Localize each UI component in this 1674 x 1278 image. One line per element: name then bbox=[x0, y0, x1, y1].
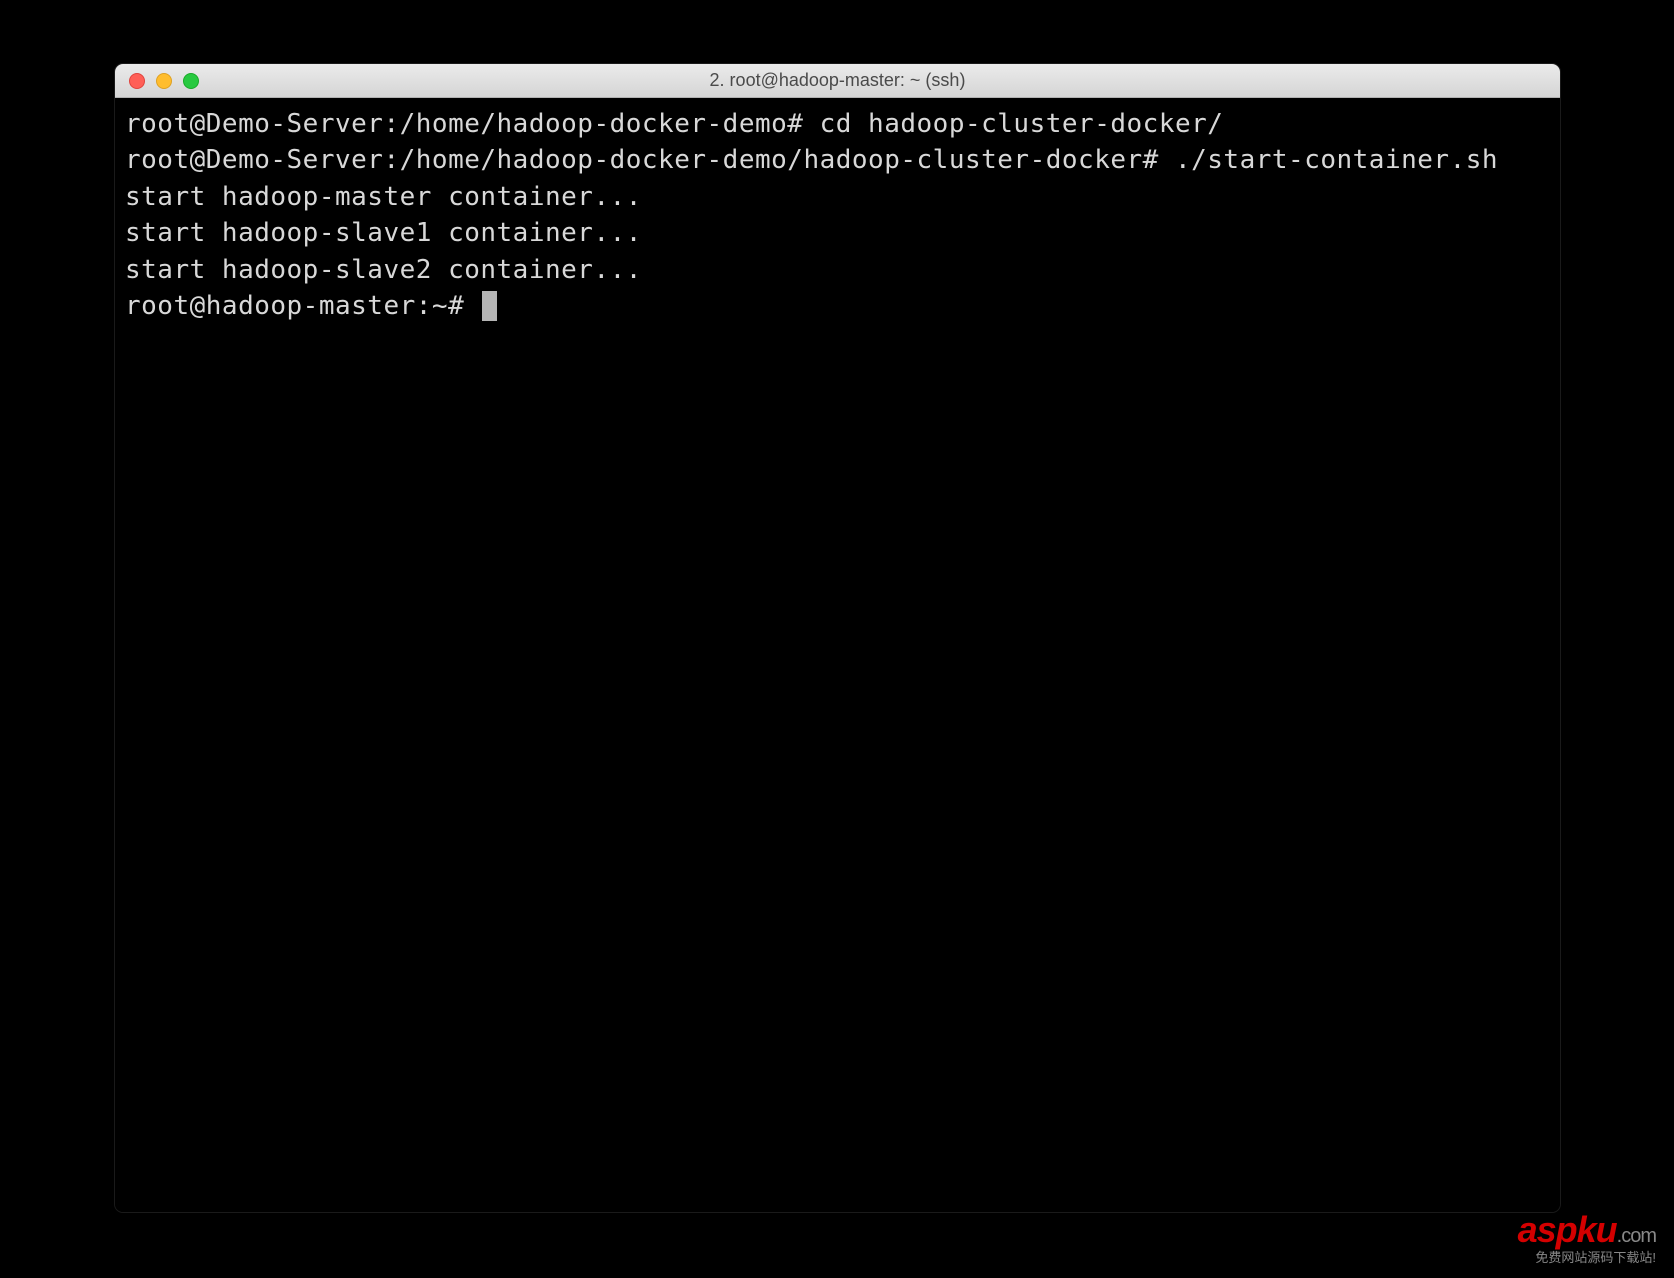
terminal-line: root@Demo-Server:/home/hadoop-docker-dem… bbox=[125, 142, 1550, 178]
watermark-tagline: 免费网站源码下载站! bbox=[1518, 1247, 1656, 1266]
close-button[interactable] bbox=[129, 73, 145, 89]
terminal-window: 2. root@hadoop-master: ~ (ssh) root@Demo… bbox=[115, 64, 1560, 1212]
terminal-prompt: root@hadoop-master:~# bbox=[125, 291, 480, 321]
watermark-brand-gray: .com bbox=[1617, 1225, 1656, 1247]
minimize-button[interactable] bbox=[156, 73, 172, 89]
watermark-brand-red: aspku bbox=[1518, 1209, 1617, 1250]
maximize-button[interactable] bbox=[183, 73, 199, 89]
terminal-body[interactable]: root@Demo-Server:/home/hadoop-docker-dem… bbox=[115, 98, 1560, 1212]
terminal-line: start hadoop-master container... bbox=[125, 179, 1550, 215]
window-title: 2. root@hadoop-master: ~ (ssh) bbox=[115, 70, 1560, 91]
watermark-brand: aspku.com bbox=[1518, 1209, 1656, 1251]
watermark: aspku.com 免费网站源码下载站! bbox=[1518, 1209, 1656, 1266]
terminal-prompt-line: root@hadoop-master:~# bbox=[125, 288, 1550, 324]
title-bar[interactable]: 2. root@hadoop-master: ~ (ssh) bbox=[115, 64, 1560, 98]
traffic-lights bbox=[115, 73, 199, 89]
terminal-line: root@Demo-Server:/home/hadoop-docker-dem… bbox=[125, 106, 1550, 142]
cursor-icon bbox=[482, 291, 497, 321]
terminal-line: start hadoop-slave2 container... bbox=[125, 252, 1550, 288]
terminal-line: start hadoop-slave1 container... bbox=[125, 215, 1550, 251]
